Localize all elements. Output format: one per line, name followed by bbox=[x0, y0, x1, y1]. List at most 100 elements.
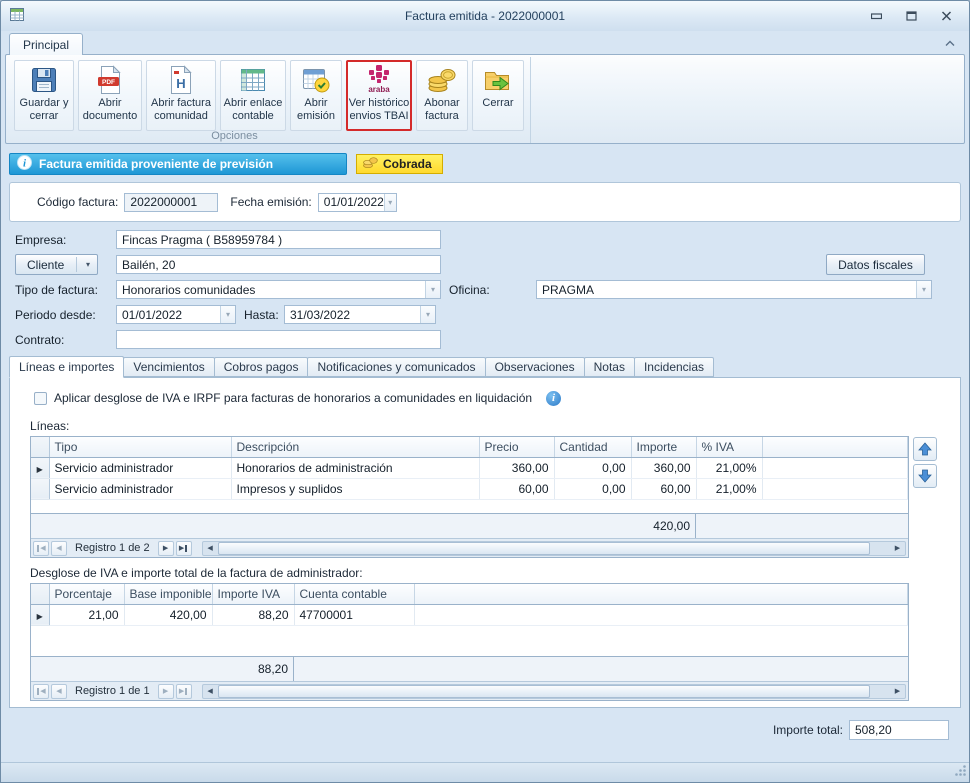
table-row[interactable]: ▶ Servicio administrador Honorarios de a… bbox=[31, 457, 908, 478]
tab-cobros-pagos[interactable]: Cobros pagos bbox=[214, 357, 309, 377]
col-header-importe-iva[interactable]: Importe IVA bbox=[212, 584, 294, 604]
cell-tipo[interactable]: Servicio administrador bbox=[49, 478, 231, 499]
pager-last-button[interactable]: ▶ bbox=[176, 541, 192, 556]
scrollbar-thumb[interactable] bbox=[218, 542, 870, 555]
pager-prev-button[interactable]: ◀ bbox=[51, 541, 67, 556]
row-selector[interactable] bbox=[31, 478, 49, 499]
cell-cantidad[interactable]: 0,00 bbox=[554, 457, 631, 478]
cell-importe[interactable]: 60,00 bbox=[631, 478, 696, 499]
tab-lineas-importes[interactable]: Líneas e importes bbox=[9, 356, 124, 378]
cell-base[interactable]: 420,00 bbox=[124, 604, 212, 625]
chevron-down-icon[interactable]: ▾ bbox=[425, 281, 440, 298]
pager-next-button[interactable]: ▶ bbox=[158, 541, 174, 556]
empresa-label: Empresa: bbox=[15, 233, 116, 247]
chevron-down-icon[interactable]: ▾ bbox=[916, 281, 931, 298]
col-header-base[interactable]: Base imponible bbox=[124, 584, 212, 604]
invoice-header-panel: Código factura: 2022000001 Fecha emisión… bbox=[9, 182, 961, 222]
row-selector[interactable]: ▶ bbox=[31, 604, 49, 625]
scrollbar-track[interactable] bbox=[218, 685, 890, 698]
abrir-documento-button[interactable]: PDF Abrir documento bbox=[78, 60, 142, 131]
col-header-tipo[interactable]: Tipo bbox=[49, 437, 231, 457]
badge-label: Cobrada bbox=[383, 157, 432, 171]
cell-porcentaje[interactable]: 21,00 bbox=[49, 604, 124, 625]
empresa-field[interactable]: Fincas Pragma ( B58959784 ) bbox=[116, 230, 441, 249]
col-header-cantidad[interactable]: Cantidad bbox=[554, 437, 631, 457]
ver-historico-tbai-button[interactable]: araba Ver histórico envios TBAI bbox=[346, 60, 412, 131]
guardar-cerrar-button[interactable]: Guardar y cerrar bbox=[14, 60, 74, 131]
info-banner: i Factura emitida proveniente de previsi… bbox=[9, 153, 347, 175]
datos-fiscales-button[interactable]: Datos fiscales bbox=[826, 254, 925, 275]
col-header-importe[interactable]: Importe bbox=[631, 437, 696, 457]
tab-notas[interactable]: Notas bbox=[584, 357, 635, 377]
tipo-factura-combo[interactable]: Honorarios comunidades ▾ bbox=[116, 280, 441, 299]
cell-cuenta[interactable]: 47700001 bbox=[294, 604, 414, 625]
chevron-down-icon[interactable]: ▾ bbox=[220, 306, 235, 323]
importe-total-field[interactable]: 508,20 bbox=[849, 720, 949, 740]
tab-vencimientos[interactable]: Vencimientos bbox=[123, 357, 214, 377]
ribbon-group-opciones: Guardar y cerrar PDF Abrir documento H A… bbox=[9, 57, 531, 143]
contrato-field[interactable] bbox=[116, 330, 441, 349]
cliente-button[interactable]: Cliente ▾ bbox=[15, 254, 98, 275]
codigo-factura-field[interactable]: 2022000001 bbox=[124, 193, 218, 212]
cerrar-button[interactable]: Cerrar bbox=[472, 60, 524, 131]
scrollbar-track[interactable] bbox=[218, 542, 890, 555]
pager-first-button[interactable]: ◀ bbox=[33, 684, 49, 699]
cell-precio[interactable]: 60,00 bbox=[479, 478, 554, 499]
pager-prev-button[interactable]: ◀ bbox=[51, 684, 67, 699]
row-selector[interactable]: ▶ bbox=[31, 457, 49, 478]
move-row-down-button[interactable] bbox=[913, 464, 937, 488]
tab-notificaciones[interactable]: Notificaciones y comunicados bbox=[307, 357, 485, 377]
hasta-field[interactable]: 31/03/2022 ▾ bbox=[284, 305, 436, 324]
table-row[interactable]: Servicio administrador Impresos y suplid… bbox=[31, 478, 908, 499]
cell-descripcion[interactable]: Impresos y suplidos bbox=[231, 478, 479, 499]
cell-importe[interactable]: 360,00 bbox=[631, 457, 696, 478]
abrir-enlace-contable-button[interactable]: Abrir enlace contable bbox=[220, 60, 286, 131]
scroll-left-icon[interactable]: ◀ bbox=[203, 542, 218, 555]
chevron-down-icon[interactable]: ▾ bbox=[384, 194, 396, 211]
abrir-emision-button[interactable]: Abrir emisión bbox=[290, 60, 342, 131]
pager-last-button[interactable]: ▶ bbox=[176, 684, 192, 699]
cell-iva[interactable]: 21,00% bbox=[696, 457, 762, 478]
pager-first-button[interactable]: ◀ bbox=[33, 541, 49, 556]
cell-iva[interactable]: 21,00% bbox=[696, 478, 762, 499]
oficina-combo[interactable]: PRAGMA ▾ bbox=[536, 280, 932, 299]
col-header-porcentaje[interactable]: Porcentaje bbox=[49, 584, 124, 604]
banner-message: Factura emitida proveniente de previsión bbox=[39, 157, 273, 171]
scroll-right-icon[interactable]: ▶ bbox=[890, 685, 905, 698]
horizontal-scrollbar[interactable]: ◀ ▶ bbox=[202, 541, 906, 556]
col-header-iva[interactable]: % IVA bbox=[696, 437, 762, 457]
table-row[interactable]: ▶ 21,00 420,00 88,20 47700001 bbox=[31, 604, 908, 625]
ribbon-tab-principal[interactable]: Principal bbox=[9, 33, 83, 55]
periodo-desde-field[interactable]: 01/01/2022 ▾ bbox=[116, 305, 236, 324]
close-button[interactable] bbox=[935, 8, 957, 24]
scroll-right-icon[interactable]: ▶ bbox=[890, 542, 905, 555]
minimize-button[interactable] bbox=[865, 8, 887, 24]
fecha-emision-field[interactable]: 01/01/2022 ▾ bbox=[318, 193, 397, 212]
cell-importe-iva[interactable]: 88,20 bbox=[212, 604, 294, 625]
info-icon[interactable]: i bbox=[546, 391, 561, 406]
cliente-field[interactable]: Bailén, 20 bbox=[116, 255, 441, 274]
horizontal-scrollbar[interactable]: ◀ ▶ bbox=[202, 684, 906, 699]
titlebar[interactable]: Factura emitida - 2022000001 bbox=[1, 1, 969, 31]
scrollbar-thumb[interactable] bbox=[218, 685, 870, 698]
cell-descripcion[interactable]: Honorarios de administración bbox=[231, 457, 479, 478]
abonar-factura-button[interactable]: Abonar factura bbox=[416, 60, 468, 131]
scroll-left-icon[interactable]: ◀ bbox=[203, 685, 218, 698]
abrir-factura-comunidad-button[interactable]: H Abrir factura comunidad bbox=[146, 60, 216, 131]
cell-tipo[interactable]: Servicio administrador bbox=[49, 457, 231, 478]
chevron-down-icon[interactable]: ▾ bbox=[420, 306, 435, 323]
cell-cantidad[interactable]: 0,00 bbox=[554, 478, 631, 499]
tab-observaciones[interactable]: Observaciones bbox=[485, 357, 585, 377]
ribbon-collapse-button[interactable] bbox=[941, 36, 959, 51]
pager-next-button[interactable]: ▶ bbox=[158, 684, 174, 699]
ribbon: Principal Guardar y cerrar PDF Abrir doc… bbox=[1, 31, 969, 144]
resize-grip[interactable] bbox=[954, 764, 967, 780]
col-header-cuenta[interactable]: Cuenta contable bbox=[294, 584, 414, 604]
tab-incidencias[interactable]: Incidencias bbox=[634, 357, 714, 377]
col-header-descripcion[interactable]: Descripción bbox=[231, 437, 479, 457]
cell-precio[interactable]: 360,00 bbox=[479, 457, 554, 478]
maximize-button[interactable] bbox=[900, 8, 922, 24]
move-row-up-button[interactable] bbox=[913, 437, 937, 461]
col-header-precio[interactable]: Precio bbox=[479, 437, 554, 457]
desglose-iva-checkbox[interactable] bbox=[34, 392, 47, 405]
